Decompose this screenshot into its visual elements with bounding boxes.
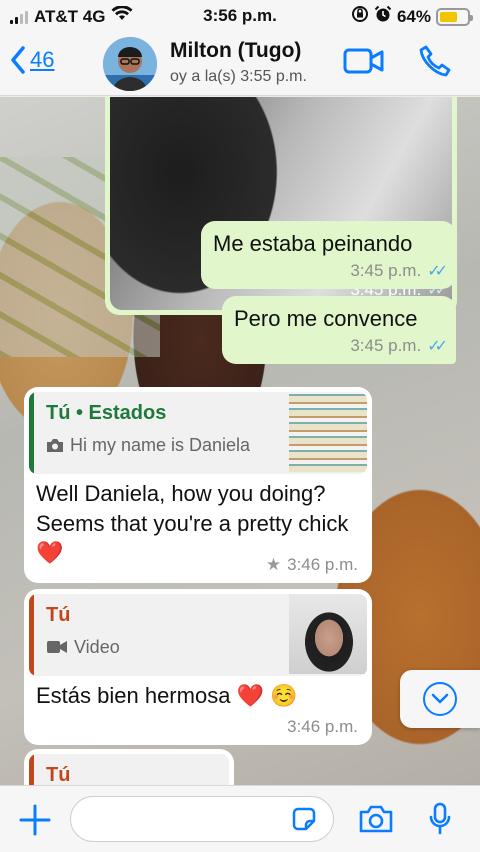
- voice-call-button[interactable]: [418, 44, 452, 83]
- chevron-down-icon: [423, 682, 457, 716]
- video-call-icon: [343, 48, 384, 74]
- message-meta: 3:45 p.m. ✓✓: [350, 260, 448, 283]
- reply-message-incoming[interactable]: Tú • Estados Hi my name is Daniela Well …: [24, 387, 372, 583]
- unread-count: 46: [30, 47, 55, 72]
- message-meta: 3:46 p.m.: [287, 716, 358, 739]
- message-time: 3:45 p.m.: [350, 336, 422, 356]
- quote-subtitle-text: Hi my name is Daniela: [70, 435, 251, 455]
- last-seen: oy a la(s) 3:55 p.m.: [170, 68, 307, 85]
- quote-content: Tú • Estados Hi my name is Daniela: [34, 392, 289, 474]
- battery-icon: [436, 7, 473, 26]
- reply-message-incoming[interactable]: Tú: [24, 749, 234, 785]
- video-thumbnail: [289, 594, 367, 674]
- quote-author: Tú: [46, 604, 71, 626]
- quote-subtitle: Hi my name is Daniela: [46, 433, 277, 457]
- quote-subtitle: Video: [46, 635, 277, 659]
- plus-icon: [19, 804, 51, 836]
- quote-author: Tú: [46, 764, 71, 785]
- read-receipt-icon: ✓✓: [427, 337, 448, 355]
- back-button[interactable]: 46: [10, 46, 54, 74]
- sticker-button[interactable]: [290, 805, 318, 838]
- status-bar: AT&T 4G 3:56 p.m. 64%: [0, 0, 480, 32]
- scroll-to-bottom-button[interactable]: [400, 670, 480, 728]
- phone-icon: [419, 45, 451, 77]
- voice-note-button[interactable]: [428, 802, 452, 841]
- message-time: 3:46 p.m.: [287, 717, 358, 737]
- attach-button[interactable]: [18, 803, 52, 842]
- chevron-left-icon: [11, 46, 25, 74]
- message-time: 3:46 p.m.: [287, 555, 358, 575]
- camera-button[interactable]: [358, 804, 394, 839]
- message-composer: [0, 785, 480, 852]
- reply-message-incoming[interactable]: Tú Video Estás bien hermosa ❤️ ☺️ 3:46 p…: [24, 589, 372, 745]
- quote-content: Tú: [34, 754, 229, 785]
- battery-percent: 64%: [396, 6, 431, 26]
- message-text: Me estaba peinando: [213, 231, 413, 256]
- message-meta: ★ 3:46 p.m.: [266, 554, 358, 577]
- camera-icon: [47, 438, 63, 452]
- status-thumbnail: [289, 392, 367, 472]
- status-right: 64%: [351, 5, 473, 28]
- read-receipt-icon: ✓✓: [427, 262, 448, 280]
- rotation-lock-icon: [351, 5, 369, 28]
- quoted-video[interactable]: Tú Video: [29, 594, 367, 676]
- battery-fill: [440, 11, 457, 22]
- microphone-icon: [429, 802, 451, 835]
- message-text: Pero me convence: [234, 306, 418, 331]
- quoted-status[interactable]: Tú • Estados Hi my name is Daniela: [29, 392, 367, 474]
- star-icon: ★: [265, 555, 282, 575]
- video-call-button[interactable]: [343, 46, 385, 81]
- message-text: Estás bien hermosa ❤️ ☺️: [36, 683, 298, 708]
- message-time: 3:45 p.m.: [350, 261, 422, 281]
- avatar[interactable]: [103, 37, 157, 91]
- alarm-icon: [374, 5, 392, 28]
- message-meta: 3:45 p.m. ✓✓: [350, 335, 448, 358]
- text-message-outgoing[interactable]: Pero me convence 3:45 p.m. ✓✓: [222, 296, 456, 364]
- quoted-message[interactable]: Tú: [29, 754, 229, 785]
- chat-header: 46 Milton (Tugo) oy a la(s) 3:55 p.m.: [0, 32, 480, 96]
- video-icon: [47, 641, 67, 654]
- quote-author: Tú • Estados: [46, 402, 167, 424]
- quote-content: Tú Video: [34, 594, 289, 676]
- text-message-outgoing[interactable]: Me estaba peinando 3:45 p.m. ✓✓: [201, 221, 456, 289]
- sticker-icon: [292, 807, 316, 831]
- contact-name[interactable]: Milton (Tugo): [170, 39, 301, 63]
- camera-icon: [359, 805, 393, 833]
- quote-subtitle-text: Video: [74, 637, 120, 657]
